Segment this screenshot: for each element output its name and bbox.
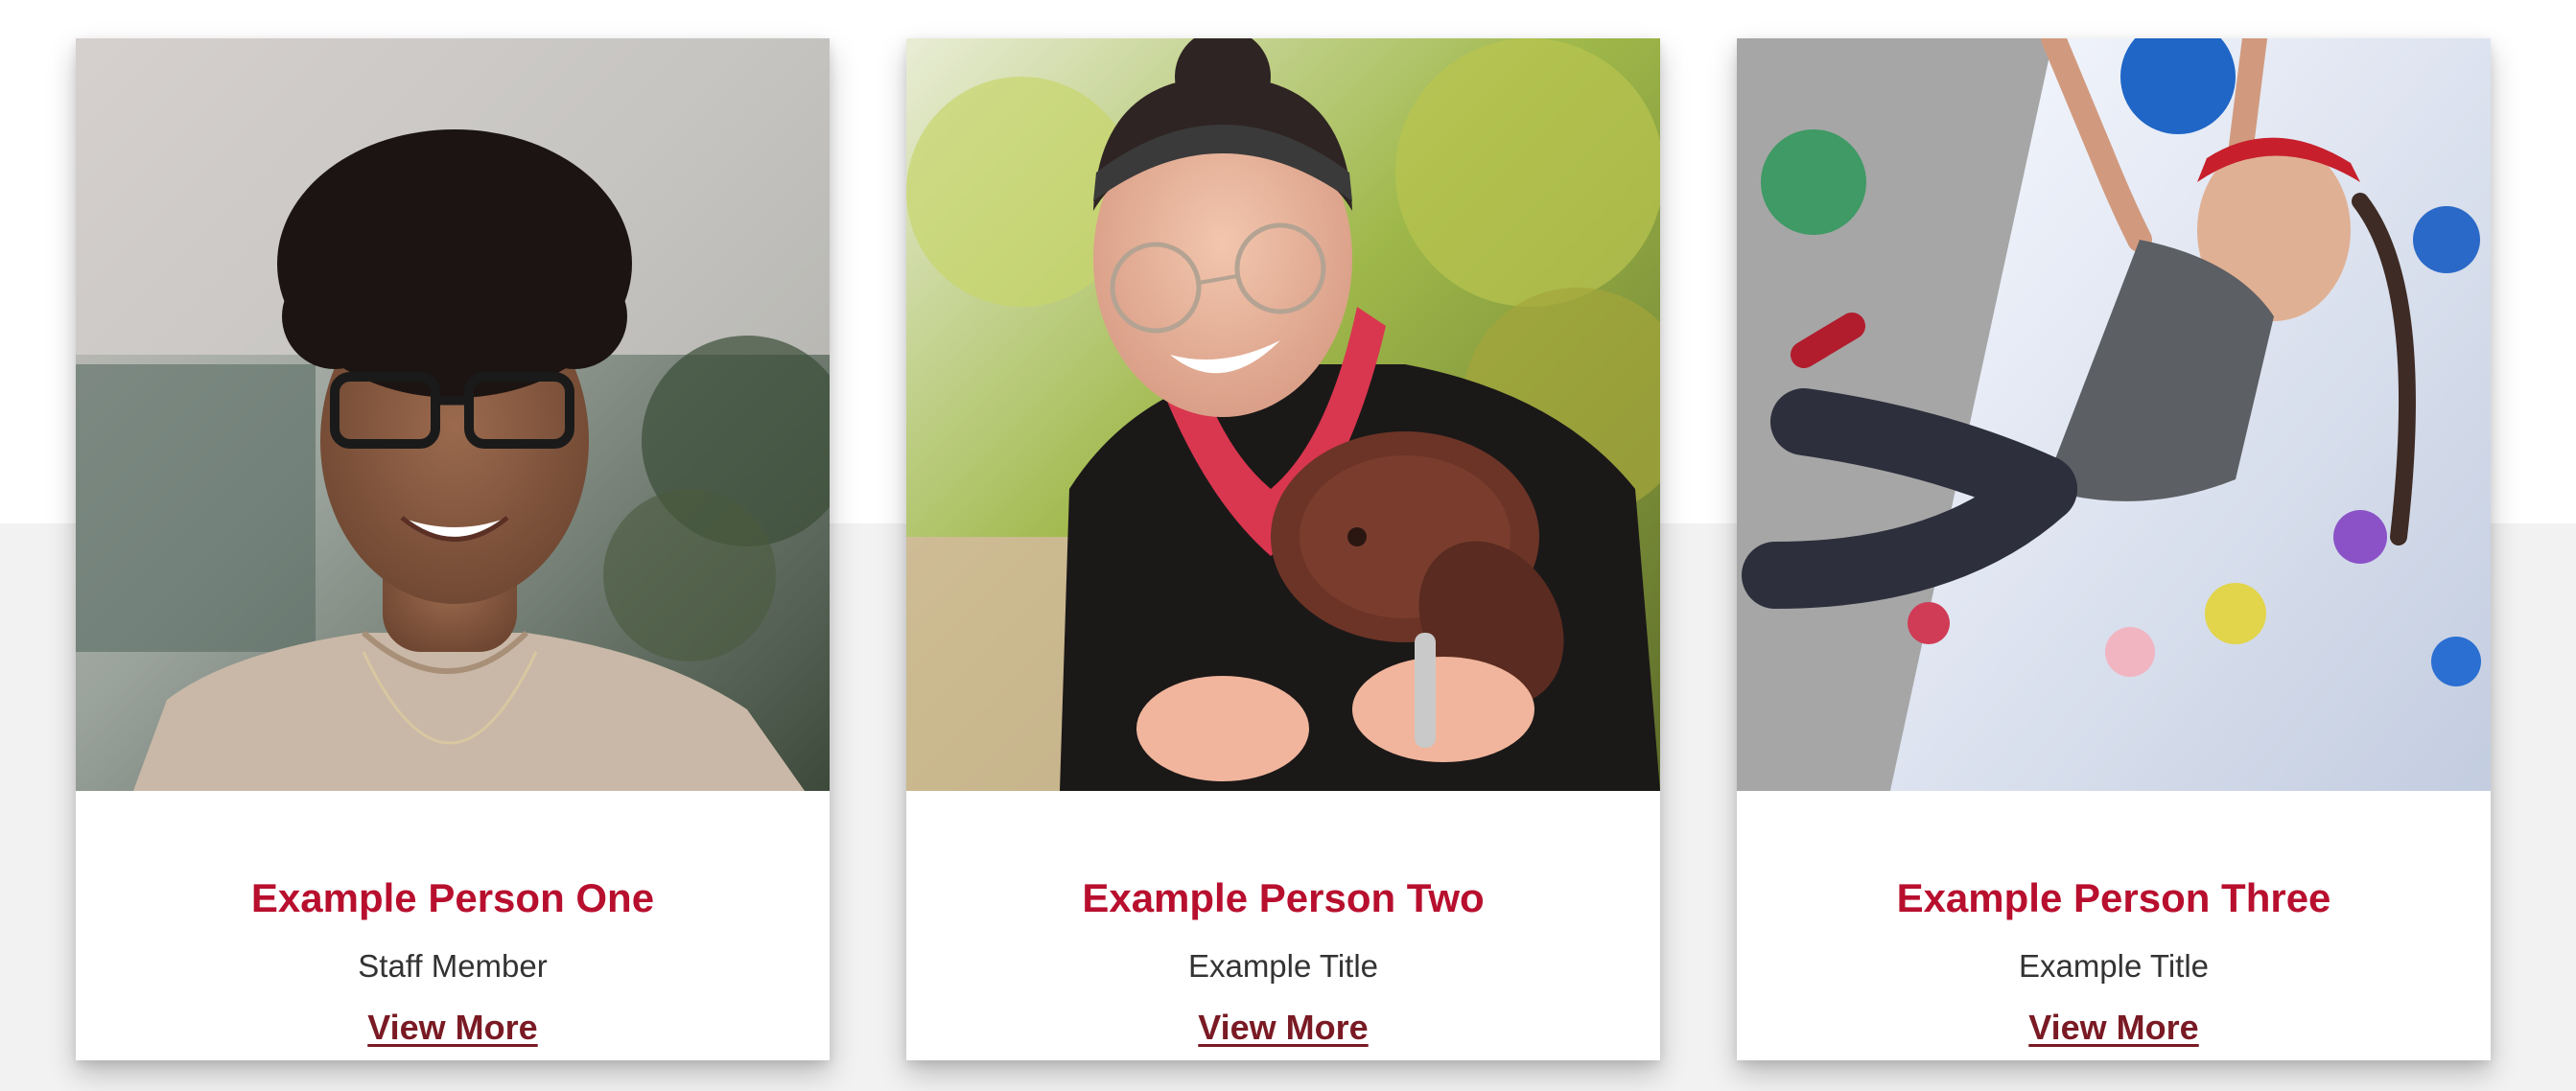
- view-more-link[interactable]: View More: [1198, 1008, 1368, 1047]
- person-name: Example Person Two: [1082, 875, 1485, 920]
- view-more-link[interactable]: View More: [367, 1008, 537, 1047]
- person-title: Staff Member: [358, 948, 548, 984]
- person-photo: [76, 38, 830, 791]
- person-title: Example Title: [1187, 948, 1379, 984]
- person-card: Example Person Three Example Title View …: [1737, 38, 2491, 1060]
- person-card: Example Person One Staff Member View Mor…: [76, 38, 830, 1060]
- view-more-container: View More: [1737, 1007, 2491, 1049]
- people-card-grid: Example Person One Staff Member View Mor…: [0, 0, 2576, 1091]
- view-more-container: View More: [76, 1007, 830, 1049]
- person-name: Example Person One: [250, 875, 655, 920]
- view-more-link[interactable]: View More: [2028, 1008, 2198, 1047]
- person-title: Example Title: [2018, 948, 2210, 984]
- person-card: Example Person Two Example Title View Mo…: [906, 38, 1660, 1060]
- person-photo: [1737, 38, 2491, 791]
- person-name: Example Person Three: [1896, 875, 2331, 920]
- person-photo: [906, 38, 1660, 791]
- view-more-container: View More: [906, 1007, 1660, 1049]
